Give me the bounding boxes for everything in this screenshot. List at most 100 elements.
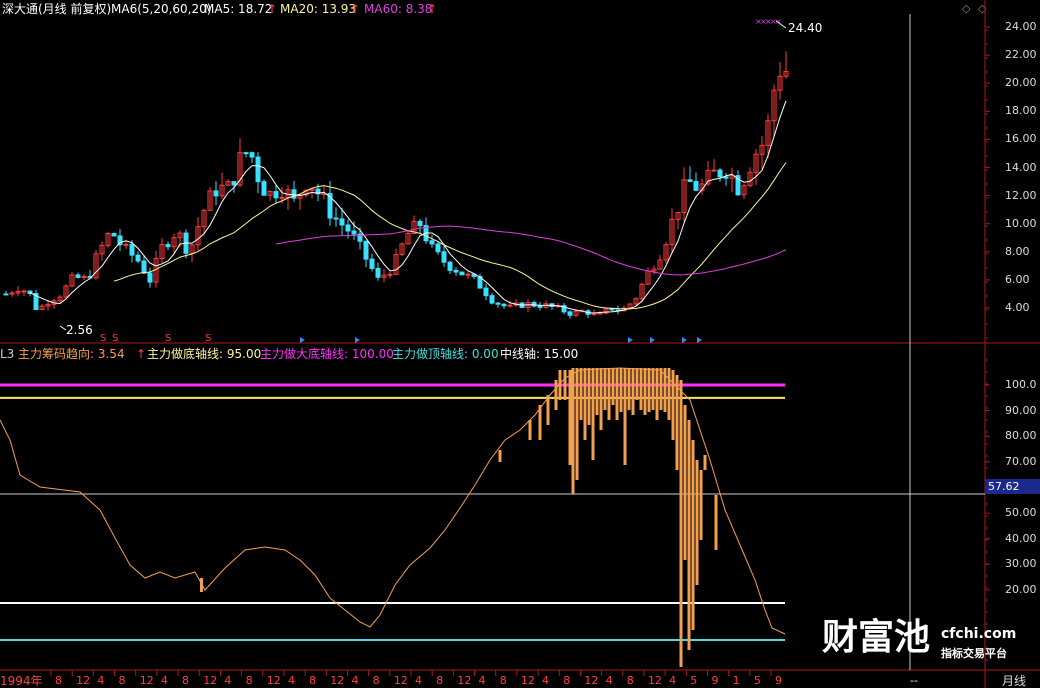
time-tick-label: 5 <box>753 674 761 687</box>
time-tick-label: 12 <box>266 674 281 687</box>
candle-body <box>693 181 699 191</box>
time-tick-label: 4 <box>287 674 295 687</box>
candle-body <box>123 243 129 246</box>
candle-body <box>249 152 255 158</box>
candle-body <box>3 293 9 296</box>
price-tick-label: 18.00 <box>1005 104 1037 118</box>
indicator-bar <box>579 368 583 420</box>
indicator-bar <box>647 368 651 412</box>
candle-body <box>243 152 249 155</box>
candle-body <box>501 303 507 307</box>
price-tick-label: 12.00 <box>1005 188 1037 202</box>
indicator-bar <box>631 368 635 415</box>
blue-triangle-marker <box>697 337 702 343</box>
indicator-bar <box>611 368 615 405</box>
candle-body <box>345 224 351 232</box>
indicator-bar <box>623 368 627 465</box>
time-tick-label: 8 <box>182 674 190 687</box>
time-tick-label: 5 <box>690 674 698 687</box>
time-tick-label: 8 <box>372 674 380 687</box>
time-tick-label: 4 <box>605 674 613 687</box>
time-tick-label: 8 <box>55 674 62 687</box>
time-tick-label: 9 <box>775 674 782 687</box>
indicator-bar <box>498 450 502 462</box>
time-tick-label: 4 <box>669 674 677 687</box>
indicator-bar <box>695 460 699 585</box>
ma5-line <box>29 100 787 314</box>
indicator-bar <box>595 368 599 415</box>
time-tick-label: 8 <box>499 674 507 687</box>
blue-triangle-marker <box>650 337 655 343</box>
high-price-label: 24.40 <box>788 21 823 35</box>
indicator-tick-label: 70.00 <box>1005 454 1037 468</box>
indicator-bar <box>587 368 591 425</box>
candle-body <box>141 260 147 274</box>
s-marker: S <box>100 333 106 344</box>
price-tick-label: 10.00 <box>1005 216 1037 230</box>
candle-body <box>255 156 261 183</box>
candle-body <box>717 169 723 178</box>
candle-body <box>447 261 453 271</box>
candle-body <box>567 311 573 316</box>
ma20-line <box>113 162 787 310</box>
indicator-bar <box>714 495 718 550</box>
candle-body <box>387 273 393 276</box>
time-tick-label: 8 <box>563 674 571 687</box>
time-tick-label: 12 <box>76 674 91 687</box>
candle-body <box>597 312 603 315</box>
indicator-bar <box>554 380 558 410</box>
indicator-bar <box>603 368 607 410</box>
candle-body <box>165 244 171 248</box>
watermark-site: cfchi.com <box>941 626 1017 642</box>
candle-body <box>609 308 615 311</box>
time-tick-label: 4 <box>160 674 168 687</box>
price-tick-label: 4.00 <box>1005 301 1030 314</box>
time-tick-label: 12 <box>647 674 662 687</box>
indicator-bar <box>703 455 707 470</box>
indicator-bar <box>558 370 562 400</box>
indicator-bar <box>538 405 542 440</box>
indicator-bar <box>607 368 611 420</box>
period-label[interactable]: 月线 <box>1002 674 1026 688</box>
price-tick-label: 22.00 <box>1005 48 1037 62</box>
chart-canvas[interactable]: S S S S××××× <box>0 0 1040 688</box>
candle-body <box>339 218 345 226</box>
candle-body <box>537 305 543 308</box>
price-tick-label: 6.00 <box>1005 272 1030 286</box>
indicator-bar <box>571 368 575 494</box>
current-value-badge: 57.62 <box>986 479 1040 494</box>
candle-body <box>417 220 423 227</box>
candle-body <box>273 191 279 199</box>
price-tick-label: 16.00 <box>1005 132 1037 146</box>
time-tick-label: 12 <box>520 674 535 687</box>
price-tick-label: 24.00 <box>1005 20 1037 33</box>
time-tick-label: 4 <box>542 674 550 687</box>
time-tick-label: 4 <box>415 674 422 687</box>
candle-body <box>723 176 729 179</box>
candle-body <box>351 230 357 235</box>
indicator-tick-label: 40.00 <box>1005 531 1037 545</box>
stock-chart-window: 深大通(月线 前复权) MA6(5,20,60,20) MA5: 18.72 ↑… <box>0 0 1040 688</box>
indicator-bar <box>643 368 647 415</box>
time-tick-label: 4 <box>97 674 105 687</box>
candle-body <box>75 274 81 278</box>
watermark-brand: 财富池 <box>822 617 931 658</box>
s-marker: S <box>112 333 118 344</box>
time-tick-label: 12 <box>584 674 599 687</box>
indicator-bar <box>699 470 703 540</box>
candle-body <box>147 272 153 283</box>
indicator-bar <box>528 420 532 440</box>
trend-curve <box>0 367 786 635</box>
indicator-tick-label: 50.00 <box>1005 506 1037 520</box>
indicator-bar <box>615 368 619 420</box>
time-tick-label: 12 <box>393 674 408 687</box>
price-tick-label: 20.00 <box>1005 76 1037 90</box>
indicator-bar <box>663 368 667 412</box>
indicator-bar <box>635 368 639 400</box>
indicator-bar <box>575 368 579 480</box>
time-axis-start: 1994年 <box>0 674 43 688</box>
candle-body <box>279 196 285 199</box>
price-tick-label: 8.00 <box>1005 244 1030 258</box>
blue-triangle-marker <box>355 337 360 343</box>
indicator-bar <box>691 440 695 630</box>
